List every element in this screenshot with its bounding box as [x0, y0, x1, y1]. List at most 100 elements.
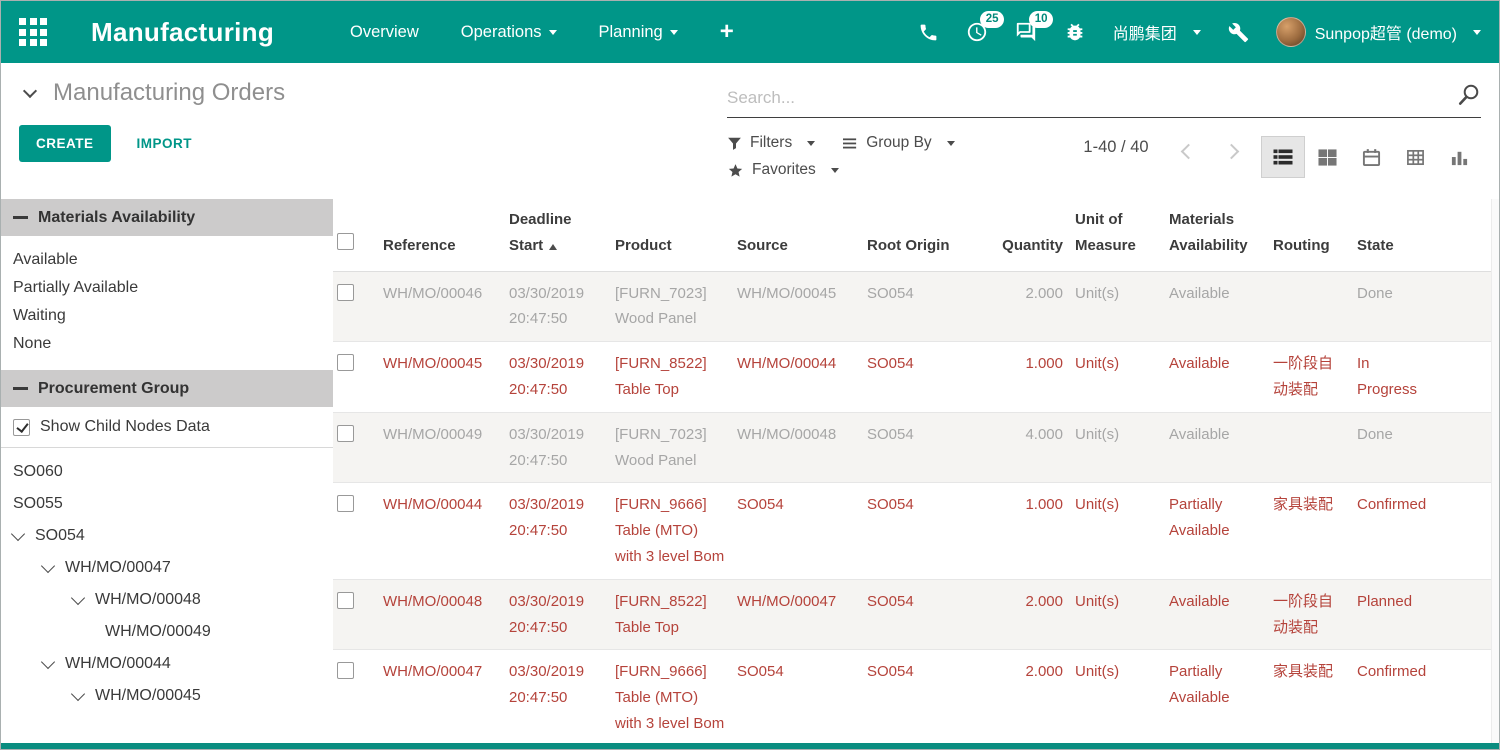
chevron-down-icon[interactable] [41, 654, 55, 668]
tree-item[interactable]: WH/MO/00044 [1, 648, 333, 680]
tree-item[interactable]: WH/MO/00047 [1, 552, 333, 584]
collapse-chevron-icon[interactable] [23, 83, 37, 97]
pager-previous-icon[interactable] [1181, 144, 1197, 160]
section-title: Procurement Group [38, 380, 189, 398]
list-view-icon [1273, 147, 1293, 167]
show-child-nodes-toggle[interactable]: Show Child Nodes Data [1, 407, 333, 448]
menu-operations-label: Operations [461, 23, 542, 42]
view-kanban-button[interactable] [1305, 136, 1349, 178]
col-header-unit-of-measure[interactable]: Unit of Measure [1071, 199, 1165, 271]
settings-button[interactable] [1228, 22, 1249, 43]
group-by-dropdown[interactable]: Group By [843, 134, 954, 152]
messages-button[interactable]: 10 [1015, 21, 1037, 43]
tree-item[interactable]: WH/MO/00048 [1, 584, 333, 616]
chevron-down-icon[interactable] [71, 686, 85, 700]
menu-operations[interactable]: Operations [461, 23, 557, 42]
cell-quantity: 1.000 [991, 483, 1071, 579]
cell-reference: WH/MO/00044 [379, 483, 505, 579]
tree-item[interactable]: SO060 [1, 456, 333, 488]
tree-item-label: SO054 [35, 527, 85, 545]
row-checkbox[interactable] [337, 284, 354, 301]
create-button[interactable]: CREATE [19, 125, 111, 162]
col-header-root-origin[interactable]: Root Origin [863, 199, 991, 271]
cell-state: Done [1353, 271, 1441, 342]
favorites-dropdown[interactable]: Favorites [727, 161, 839, 179]
vertical-scrollbar[interactable] [1491, 199, 1499, 745]
row-checkbox[interactable] [337, 495, 354, 512]
table-row[interactable]: WH/MO/00044 03/30/2019 20:47:50 [FURN_96… [333, 483, 1499, 579]
debug-button[interactable] [1064, 21, 1086, 43]
cell-product: [FURN_9666] Table (MTO) with 3 level Bom [611, 650, 733, 745]
col-header-state[interactable]: State [1353, 199, 1441, 271]
row-checkbox[interactable] [337, 662, 354, 679]
filter-item-waiting[interactable]: Waiting [1, 302, 333, 330]
menu-planning[interactable]: Planning [599, 23, 678, 42]
cell-source: WH/MO/00047 [733, 579, 863, 650]
col-header-source[interactable]: Source [733, 199, 863, 271]
cell-unit-of-measure: Unit(s) [1071, 483, 1165, 579]
filter-item-partially-available[interactable]: Partially Available [1, 274, 333, 302]
menu-overview[interactable]: Overview [350, 23, 419, 42]
import-button[interactable]: IMPORT [137, 136, 193, 151]
cell-materials-availability: Available [1165, 271, 1269, 342]
col-header-quantity[interactable]: Quantity [991, 199, 1071, 271]
chevron-down-icon [549, 30, 557, 35]
cell-root-origin: SO054 [863, 342, 991, 413]
search-bar [727, 83, 1481, 118]
row-checkbox[interactable] [337, 354, 354, 371]
cell-state: Confirmed [1353, 650, 1441, 745]
view-calendar-button[interactable] [1349, 136, 1393, 178]
filters-label: Filters [750, 134, 792, 152]
tree-item[interactable]: SO055 [1, 488, 333, 520]
group-by-label: Group By [866, 134, 931, 152]
row-checkbox[interactable] [337, 592, 354, 609]
filter-item-available[interactable]: Available [1, 246, 333, 274]
list-view: Reference Deadline Start Product Source … [333, 199, 1499, 745]
table-row[interactable]: WH/MO/00046 03/30/2019 20:47:50 [FURN_70… [333, 271, 1499, 342]
add-menu-button[interactable]: + [720, 18, 734, 46]
tree-item-label: WH/MO/00044 [65, 655, 171, 673]
search-panel-sidebar: Materials Availability Available Partial… [1, 199, 333, 745]
tree-item-label: WH/MO/00049 [105, 623, 211, 641]
user-menu[interactable]: Sunpop超管 (demo) [1276, 17, 1481, 47]
tree-item[interactable]: WH/MO/00045 [1, 680, 333, 712]
tree-item[interactable]: WH/MO/00049 [1, 616, 333, 648]
cell-deadline-start: 03/30/2019 20:47:50 [505, 412, 611, 483]
phone-button[interactable] [918, 22, 939, 43]
search-input[interactable] [727, 88, 1449, 108]
select-all-checkbox[interactable] [337, 233, 354, 250]
table-row[interactable]: WH/MO/00047 03/30/2019 20:47:50 [FURN_96… [333, 650, 1499, 745]
star-icon [727, 162, 744, 179]
chevron-down-icon[interactable] [41, 558, 55, 572]
company-menu[interactable]: 尚鹏集团 [1113, 20, 1201, 44]
magnifier-icon[interactable] [1457, 83, 1481, 112]
cell-routing: 一阶段自动装配 [1269, 579, 1353, 650]
table-row[interactable]: WH/MO/00049 03/30/2019 20:47:50 [FURN_70… [333, 412, 1499, 483]
activities-button[interactable]: 25 [966, 21, 988, 43]
col-header-reference[interactable]: Reference [379, 199, 505, 271]
cell-reference: WH/MO/00049 [379, 412, 505, 483]
chevron-down-icon[interactable] [71, 590, 85, 604]
apps-grid-icon[interactable] [19, 18, 47, 46]
pager-next-icon[interactable] [1224, 144, 1240, 160]
col-header-deadline-start[interactable]: Deadline Start [505, 199, 611, 271]
col-header-materials-availability[interactable]: Materials Availability [1165, 199, 1269, 271]
row-checkbox[interactable] [337, 425, 354, 442]
cell-source: WH/MO/00048 [733, 412, 863, 483]
cell-routing: 家具装配 [1269, 483, 1353, 579]
filters-dropdown[interactable]: Filters [727, 134, 815, 152]
chevron-down-icon[interactable] [11, 526, 25, 540]
table-row[interactable]: WH/MO/00048 03/30/2019 20:47:50 [FURN_85… [333, 579, 1499, 650]
favorites-label: Favorites [752, 161, 816, 179]
view-graph-button[interactable] [1437, 136, 1481, 178]
view-pivot-button[interactable] [1393, 136, 1437, 178]
show-child-nodes-checkbox[interactable] [13, 419, 30, 436]
view-list-button[interactable] [1261, 136, 1305, 178]
tree-item[interactable]: SO054 [1, 520, 333, 552]
filter-item-none[interactable]: None [1, 330, 333, 358]
col-header-product[interactable]: Product [611, 199, 733, 271]
cell-reference: WH/MO/00046 [379, 271, 505, 342]
col-header-routing[interactable]: Routing [1269, 199, 1353, 271]
table-row[interactable]: WH/MO/00045 03/30/2019 20:47:50 [FURN_85… [333, 342, 1499, 413]
top-navbar: Manufacturing Overview Operations Planni… [1, 1, 1499, 63]
